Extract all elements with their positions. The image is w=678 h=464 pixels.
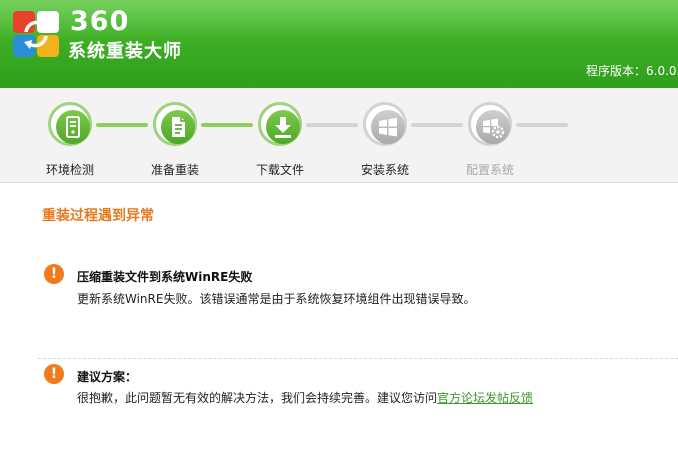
step-install-system xyxy=(363,102,407,146)
windows-logo-icon xyxy=(379,117,397,137)
step-connector xyxy=(96,123,148,127)
suggestion-title: 建议方案： xyxy=(77,370,138,384)
step-label: 下载文件 xyxy=(256,163,305,177)
step-label: 配置系统 xyxy=(466,163,515,177)
error-description: 更新系统WinRE失败。该错误通常是由于系统恢复环境组件出现错误导致。 xyxy=(77,292,476,306)
step-label: 准备重装 xyxy=(151,163,200,177)
step-environment-check xyxy=(48,102,92,146)
section-title: 重装过程遇到异常 xyxy=(42,208,154,224)
progress-steps: 环境检测 准备重装 下载文件 安装系统 配置系统 xyxy=(0,88,678,183)
step-label: 环境检测 xyxy=(46,163,95,177)
step-connector xyxy=(306,123,358,127)
version-text: 程序版本：6.0.0. xyxy=(586,64,678,78)
brand-number: 360 xyxy=(70,6,130,37)
step-prepare-reinstall xyxy=(153,102,197,146)
app-logo-icon xyxy=(13,11,59,57)
brand-name: 系统重装大师 xyxy=(68,41,182,62)
step-connector xyxy=(516,123,568,127)
step-connector xyxy=(411,123,463,127)
step-download-files xyxy=(258,102,302,146)
step-connector xyxy=(201,123,253,127)
suggestion-text: 很抱歉，此问题暂无有效的解决方法，我们会持续完善。建议您访问官方论坛发帖反馈 xyxy=(77,389,533,406)
step-configure-system xyxy=(468,102,512,146)
error-title: 压缩重装文件到系统WinRE失败 xyxy=(77,270,253,284)
forum-feedback-link[interactable]: 官方论坛发帖反馈 xyxy=(437,391,533,405)
step-label: 安装系统 xyxy=(361,163,410,177)
windows-gear-icon xyxy=(483,118,505,139)
computer-check-icon xyxy=(66,116,80,138)
divider xyxy=(38,358,678,359)
warning-icon: ! xyxy=(44,264,64,284)
app-header: 360 系统重装大师 程序版本：6.0.0. xyxy=(0,0,678,88)
warning-icon: ! xyxy=(44,364,64,384)
suggestion-body: 很抱歉，此问题暂无有效的解决方法，我们会持续完善。建议您访问 xyxy=(77,391,438,405)
download-icon xyxy=(275,117,291,138)
document-icon xyxy=(172,117,185,137)
